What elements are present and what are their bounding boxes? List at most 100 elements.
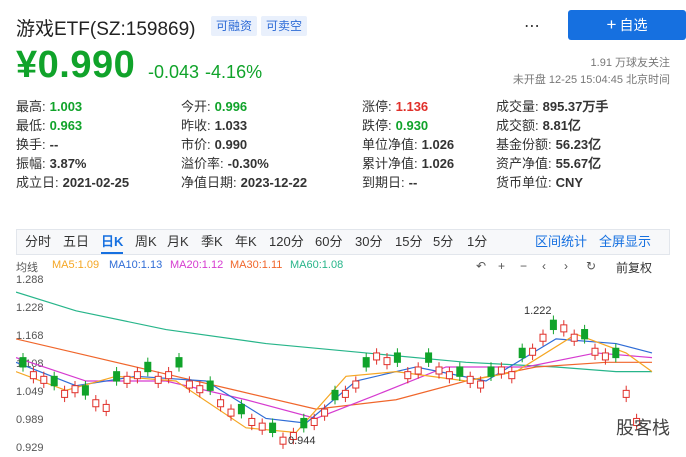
candle <box>393 352 401 363</box>
candle <box>196 385 204 394</box>
candle <box>549 319 557 331</box>
candle <box>352 380 360 389</box>
tab-9[interactable]: 30分 <box>355 230 382 254</box>
ma30-value: MA30:1.11 <box>230 259 283 271</box>
candle <box>362 357 370 368</box>
stat-item: 跌停: 0.930 <box>362 115 428 134</box>
margin-tag[interactable]: 可融资 <box>211 16 258 36</box>
ma-label: 均线 <box>16 262 38 274</box>
stat-item: 溢价率: -0.30% <box>181 153 269 172</box>
candle <box>248 417 256 426</box>
kline-chart[interactable]: 1.288 1.228 1.168 1.108 1.049 0.989 0.929 1.222… <box>15 274 670 457</box>
stat-item: 成交量: 895.37万手 <box>496 96 608 115</box>
stat-value: -0.30% <box>227 156 269 171</box>
market-status: 未开盘 12-25 15:04:45 北京时间 <box>512 74 670 86</box>
candle <box>92 399 100 408</box>
stat-value: -- <box>408 175 418 190</box>
stat-value: 1.033 <box>214 118 248 133</box>
candle <box>383 357 391 366</box>
zoom-out-icon[interactable]: − <box>520 259 527 273</box>
tab-8[interactable]: 60分 <box>315 230 342 254</box>
candle <box>612 347 620 359</box>
ma60-line <box>15 291 652 373</box>
move-left-icon[interactable]: ‹ <box>542 259 546 273</box>
candle <box>321 408 329 417</box>
ma10-value: MA10:1.13 <box>109 259 163 271</box>
candle <box>518 347 526 359</box>
short-tag[interactable]: 可卖空 <box>261 16 308 36</box>
add-watchlist-button[interactable]: + 自选 <box>568 10 686 40</box>
stat-label: 成交额: <box>496 118 539 133</box>
stat-item: 涨停: 1.136 <box>362 96 428 115</box>
range-stats-link[interactable]: 区间统计 <box>535 230 587 254</box>
adjust-mode-select[interactable]: 前复权 <box>616 259 652 276</box>
stat-value: 1.136 <box>395 99 429 114</box>
tab-1[interactable]: 五日 <box>63 230 89 254</box>
stat-value: 8.81亿 <box>542 118 581 133</box>
stat-item: 最高: 1.003 <box>16 96 82 115</box>
y-axis-label: 0.929 <box>16 442 44 454</box>
plus-icon: + <box>606 15 617 34</box>
share-icon[interactable]: ⋯ <box>524 16 540 36</box>
stat-label: 净值日期: <box>181 175 237 190</box>
stat-item: 换手: -- <box>16 134 58 153</box>
stat-item: 货币单位: CNY <box>496 172 583 191</box>
stat-label: 最低: <box>16 118 46 133</box>
candle <box>341 389 349 398</box>
tab-7[interactable]: 120分 <box>269 230 304 254</box>
stock-title: 游戏ETF(SZ:159869) <box>16 19 196 40</box>
stat-label: 最高: <box>16 99 46 114</box>
y-axis-label: 0.989 <box>16 414 44 426</box>
tab-10[interactable]: 15分 <box>395 230 422 254</box>
stat-label: 成交量: <box>496 99 539 114</box>
stat-label: 跌停: <box>362 118 392 133</box>
candle <box>113 371 121 382</box>
tab-0[interactable]: 分时 <box>25 230 51 254</box>
stat-label: 基金份额: <box>496 137 552 152</box>
candle <box>71 385 79 394</box>
tab-12[interactable]: 1分 <box>467 230 487 254</box>
zoom-in-icon[interactable]: + <box>498 259 505 273</box>
reset-icon[interactable]: ↻ <box>586 259 596 273</box>
tab-4[interactable]: 月K <box>167 230 189 254</box>
undo-icon[interactable]: ↶ <box>476 259 486 273</box>
tab-5[interactable]: 季K <box>201 230 223 254</box>
move-right-icon[interactable]: › <box>564 259 568 273</box>
candle <box>560 324 568 333</box>
stat-label: 成立日: <box>16 175 59 190</box>
tab-3[interactable]: 周K <box>135 230 157 254</box>
stat-label: 溢价率: <box>181 156 224 171</box>
candle <box>29 371 37 380</box>
stat-item: 最低: 0.963 <box>16 115 82 134</box>
stat-label: 累计净值: <box>362 156 418 171</box>
candle <box>61 389 69 398</box>
candle <box>497 366 505 375</box>
price-change: -0.043 -4.16% <box>148 62 263 82</box>
stat-value: 0.990 <box>214 137 248 152</box>
stat-value: 1.026 <box>421 156 455 171</box>
fullscreen-link[interactable]: 全屏显示 <box>599 230 651 254</box>
tab-2[interactable]: 日K <box>101 230 124 254</box>
followers-count: 1.91 万球友关注 <box>590 57 670 69</box>
candle <box>570 333 578 342</box>
stat-label: 到期日: <box>362 175 405 190</box>
ma60-value: MA60:1.08 <box>290 259 344 271</box>
candle <box>50 375 58 387</box>
header: 游戏ETF(SZ:159869) 可融资 可卖空 ⋯ + 自选 <box>16 10 686 40</box>
candle <box>310 417 318 426</box>
candle <box>435 366 443 375</box>
candle <box>477 380 485 389</box>
stat-value: 0.996 <box>214 99 248 114</box>
stat-label: 单位净值: <box>362 137 418 152</box>
candle <box>622 389 630 398</box>
y-axis-label: 1.288 <box>16 275 44 286</box>
tab-6[interactable]: 年K <box>235 230 257 254</box>
candle <box>466 375 474 384</box>
stat-label: 涨停: <box>362 99 392 114</box>
tab-11[interactable]: 5分 <box>433 230 453 254</box>
candle <box>331 389 339 401</box>
stat-item: 资产净值: 55.67亿 <box>496 153 601 172</box>
stat-item: 净值日期: 2023-12-22 <box>181 172 307 191</box>
stat-value: 0.930 <box>395 118 429 133</box>
candle <box>373 352 381 361</box>
